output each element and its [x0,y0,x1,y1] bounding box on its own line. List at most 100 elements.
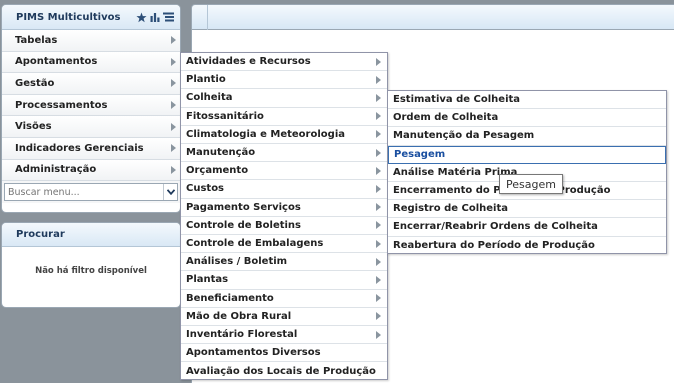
sidebar-item-label: Apontamentos [15,56,98,68]
menu-item-label: Climatologia e Meteorologia [186,128,345,140]
top-tab-bar [191,4,674,31]
sidebar-item-tabelas[interactable]: Tabelas [2,30,180,52]
chevron-right-icon [376,148,381,157]
sidebar-item-label: Processamentos [15,99,108,111]
menu-item-apontamentos-diversos[interactable]: Apontamentos Diversos [181,344,387,363]
procurar-title: Procurar [16,229,65,240]
menu-item-encerrar-reabrir[interactable]: Encerrar/Reabrir Ordens de Colheita [388,218,666,237]
menu-item-manutencao-pesagem[interactable]: Manutenção da Pesagem [388,127,666,146]
app-title: PIMS Multicultivos [16,11,121,23]
sidebar-item-visoes[interactable]: Visões [2,116,180,138]
menu-item-colheita[interactable]: Colheita [181,89,387,108]
menu-item-atividades[interactable]: Atividades e Recursos [181,53,387,72]
menu-item-label: Beneficiamento [186,292,274,304]
chevron-right-icon [171,36,176,45]
menu-item-label: Manutenção [186,147,256,159]
menu-item-label: Atividades e Recursos [186,56,311,68]
procurar-panel: Procurar Não há filtro disponível [1,222,181,308]
menu-item-reabertura[interactable]: Reabertura do Período de Produção [388,237,666,255]
menu-item-label: Mão de Obra Rural [186,310,292,322]
menu-item-label: Estimativa de Colheita [393,94,521,106]
sidebar-item-label: Gestão [15,77,55,89]
menu-item-orcamento[interactable]: Orçamento [181,162,387,181]
menu-item-label: Plantio [186,74,226,86]
chevron-right-icon [376,294,381,303]
menu-item-label: Reabertura do Período de Produção [393,240,595,252]
menu-item-plantio[interactable]: Plantio [181,71,387,90]
menu-item-label: Avaliação dos Locais de Produção [186,365,376,377]
chevron-down-icon[interactable] [163,184,177,201]
sidebar-item-label: Visões [15,121,52,133]
chevron-right-icon [376,257,381,266]
menu-item-climatologia[interactable]: Climatologia e Meteorologia [181,126,387,144]
menu-item-custos[interactable]: Custos [181,180,387,199]
chevron-right-icon [171,165,176,174]
chevron-right-icon [376,130,381,139]
sidebar-item-processamentos[interactable]: Processamentos [2,94,180,117]
menu-item-fitossanitario[interactable]: Fitossanitário [181,108,387,126]
tab-divider [207,5,208,31]
menu-item-label: Apontamentos Diversos [186,347,321,359]
menu-item-label: Registro de Colheita [393,203,508,215]
star-icon[interactable] [136,12,147,23]
sidebar-item-apontamentos[interactable]: Apontamentos [2,51,180,74]
sidebar-item-label: Tabelas [15,34,58,46]
menu-item-label: Análises / Boletim [186,256,288,268]
menu-item-controle-embalagens[interactable]: Controle de Embalagens [181,235,387,254]
list-icon[interactable] [163,12,174,22]
chevron-right-icon [376,221,381,230]
chevron-right-icon [376,184,381,193]
colheita-submenu: Estimativa de Colheita Ordem de Colheita… [387,90,667,254]
menu-item-label: Controle de Embalagens [186,238,324,250]
menu-item-label: Pesagem [394,149,446,161]
chevron-right-icon [376,203,381,212]
chevron-right-icon [171,101,176,110]
chevron-right-icon [376,112,381,121]
chevron-right-icon [171,144,176,153]
menu-item-ordem[interactable]: Ordem de Colheita [388,109,666,128]
sidebar-item-label: Administração [15,164,97,176]
main-menu-header: PIMS Multicultivos [2,5,180,30]
chevron-right-icon [376,75,381,84]
menu-search-input[interactable] [5,186,163,198]
menu-item-label: Encerrar/Reabrir Ordens de Colheita [393,221,598,233]
menu-item-registro[interactable]: Registro de Colheita [388,200,666,219]
sidebar-item-administracao[interactable]: Administração [2,159,180,182]
menu-item-estimativa[interactable]: Estimativa de Colheita [388,91,666,110]
apontamentos-submenu: Atividades e Recursos Plantio Colheita F… [180,52,388,380]
menu-item-pesagem[interactable]: Pesagem [388,145,666,164]
chevron-right-icon [171,57,176,66]
menu-item-label: Manutenção da Pesagem [393,130,535,142]
procurar-header: Procurar [2,223,180,247]
menu-item-label: Inventário Florestal [186,329,298,341]
sidebar-item-label: Indicadores Gerenciais [15,142,144,154]
menu-item-pagamento[interactable]: Pagamento Serviços [181,199,387,217]
chevron-right-icon [376,275,381,284]
menu-item-label: Fitossanitário [186,110,264,122]
menu-item-mao-de-obra[interactable]: Mão de Obra Rural [181,308,387,326]
menu-search-row [2,181,180,204]
menu-item-beneficiamento[interactable]: Beneficiamento [181,290,387,308]
sidebar-item-indicadores[interactable]: Indicadores Gerenciais [2,137,180,160]
sidebar-item-gestao[interactable]: Gestão [2,73,180,95]
bar-chart-icon[interactable] [150,12,160,22]
chevron-right-icon [376,239,381,248]
menu-item-controle-boletins[interactable]: Controle de Boletins [181,217,387,235]
menu-item-label: Pagamento Serviços [186,201,301,213]
menu-item-avaliacao[interactable]: Avaliação dos Locais de Produção [181,362,387,380]
chevron-right-icon [171,79,176,88]
left-column: PIMS Multicultivos Tabelas Apontamentos … [0,0,186,383]
menu-item-inventario[interactable]: Inventário Florestal [181,326,387,345]
no-filter-message: Não há filtro disponível [35,266,147,276]
chevron-right-icon [376,93,381,102]
menu-item-plantas[interactable]: Plantas [181,271,387,290]
chevron-right-icon [376,330,381,339]
chevron-right-icon [376,166,381,175]
menu-item-label: Orçamento [186,165,249,177]
menu-item-manutencao[interactable]: Manutenção [181,144,387,163]
menu-search-box [4,183,178,202]
menu-item-label: Controle de Boletins [186,219,302,231]
tooltip: Pesagem [499,174,563,194]
menu-item-analises[interactable]: Análises / Boletim [181,253,387,272]
menu-item-label: Colheita [186,92,233,104]
